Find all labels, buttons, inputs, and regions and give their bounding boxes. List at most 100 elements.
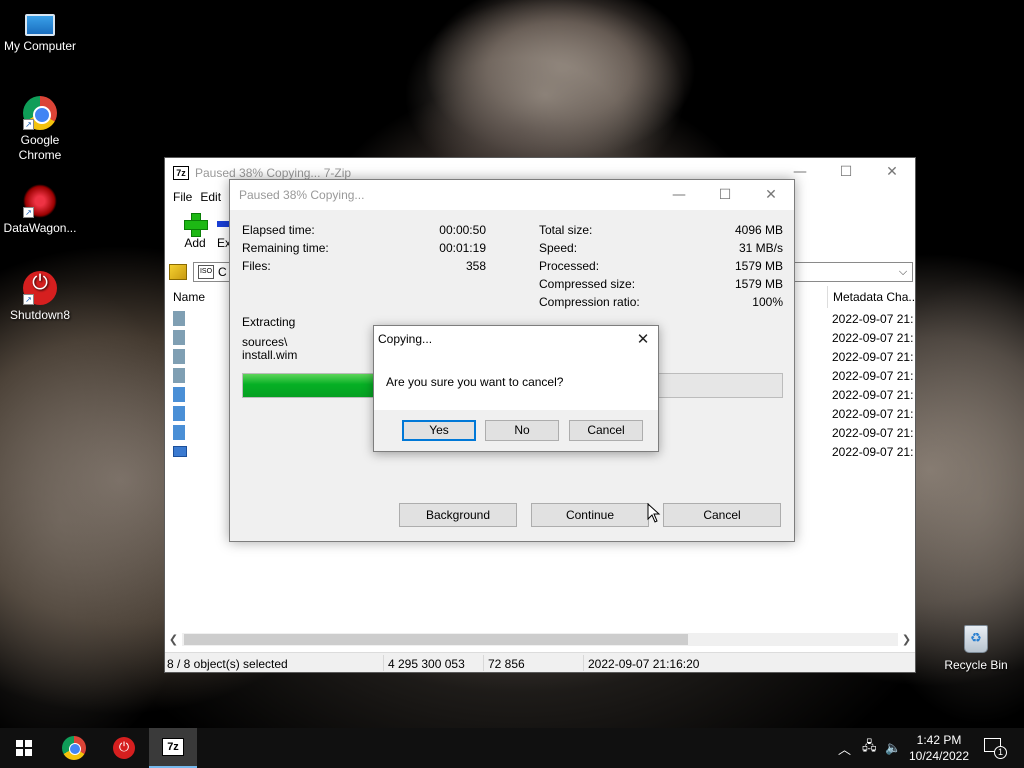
power-icon: ⏻: [113, 737, 135, 759]
taskbar-shutdown[interactable]: ⏻: [100, 728, 148, 768]
start-button[interactable]: [0, 728, 48, 768]
windows-logo-icon: [16, 740, 32, 756]
add-button[interactable]: Add: [173, 211, 217, 250]
recycle-bin-icon: [964, 625, 988, 653]
status-separator: [483, 655, 484, 671]
remaining-time-label: Remaining time:: [242, 241, 329, 255]
maximize-button[interactable]: ☐: [823, 158, 869, 187]
background-button[interactable]: Background: [399, 503, 517, 527]
speed-label: Speed:: [539, 241, 578, 255]
network-icon[interactable]: 🖧: [862, 728, 877, 768]
taskbar-7zip[interactable]: 7z: [149, 728, 197, 768]
shortcut-arrow-icon: ↗: [23, 294, 34, 305]
volume-icon[interactable]: 🔈: [885, 728, 901, 768]
status-packed: 72 856: [488, 657, 525, 671]
metadata-cell: 2022-09-07 21:1: [832, 388, 914, 402]
tray-show-hidden-icon[interactable]: ︿: [838, 728, 851, 768]
desktop-icon-recycle-bin[interactable]: Recycle Bin: [936, 625, 1016, 672]
shortcut-arrow-icon: ↗: [23, 119, 34, 130]
7zip-app-icon: 7z: [173, 165, 189, 180]
scroll-left-icon[interactable]: ❮: [165, 633, 182, 646]
7zip-icon: 7z: [162, 738, 184, 756]
add-button-label: Add: [184, 236, 206, 250]
compressed-size-label: Compressed size:: [539, 277, 636, 291]
clock-date: 10/24/2022: [908, 749, 970, 763]
desktop-icon-shutdown8[interactable]: ↗ Shutdown8: [0, 271, 80, 323]
metadata-cell: 2022-09-07 21:1: [832, 369, 914, 383]
close-icon[interactable]: ✕: [628, 330, 658, 348]
horizontal-scrollbar[interactable]: ❮ ❯: [165, 631, 915, 648]
elapsed-time-label: Elapsed time:: [242, 223, 315, 237]
column-header-metadata[interactable]: Metadata Cha...: [827, 286, 915, 308]
menu-file[interactable]: File: [169, 190, 196, 204]
computer-icon: [25, 14, 55, 36]
path-text: C: [218, 265, 227, 279]
files-value: 358: [465, 259, 486, 273]
taskbar-chrome[interactable]: [50, 728, 98, 768]
metadata-cell: 2022-09-07 21:1: [832, 331, 914, 345]
total-size-label: Total size:: [539, 223, 593, 237]
desktop-icon-label: DataWagon...: [3, 221, 77, 235]
metadata-cell: 2022-09-07 21:1: [832, 312, 914, 326]
file-icon: [173, 406, 185, 421]
desktop-icon-label: My Computer: [3, 39, 77, 53]
remaining-time-value: 00:01:19: [439, 241, 486, 255]
power-icon: ↗: [23, 271, 57, 305]
maximize-button[interactable]: ☐: [702, 181, 748, 210]
notification-count: 1: [994, 746, 1007, 759]
files-label: Files:: [242, 259, 271, 273]
close-button[interactable]: ✕: [869, 158, 915, 187]
desktop-icon-google-chrome[interactable]: ↗ Google Chrome: [0, 96, 80, 163]
scroll-track[interactable]: [182, 633, 898, 646]
folder-icon: [173, 311, 185, 326]
scroll-thumb[interactable]: [184, 634, 688, 645]
gear-file-icon: [173, 387, 185, 402]
chevron-down-icon[interactable]: ⌵: [894, 266, 912, 279]
confirm-dialog-title: Copying...: [378, 332, 433, 346]
notification-center-icon[interactable]: 1: [982, 736, 1007, 760]
confirm-cancel-button[interactable]: Cancel: [569, 420, 643, 441]
confirm-cancel-dialog: Copying... ✕ Are you sure you want to ca…: [373, 325, 659, 452]
iso-icon: ISO: [198, 265, 214, 279]
minimize-button[interactable]: —: [656, 181, 702, 210]
folder-icon: [173, 368, 185, 383]
menu-edit[interactable]: Edit: [196, 190, 225, 204]
shortcut-arrow-icon: ↗: [23, 207, 34, 218]
progress-dialog-title: Paused 38% Copying...: [239, 188, 365, 202]
status-bar: 8 / 8 object(s) selected 4 295 300 053 7…: [165, 652, 915, 672]
no-button[interactable]: No: [485, 420, 559, 441]
folder-up-icon[interactable]: [169, 264, 187, 280]
desktop-icon-label: Google Chrome: [18, 133, 62, 162]
elapsed-time-value: 00:00:50: [439, 223, 486, 237]
confirm-dialog-titlebar[interactable]: Copying... ✕: [374, 326, 658, 352]
clock-time: 1:42 PM: [916, 733, 962, 747]
confirm-message: Are you sure you want to cancel?: [386, 375, 564, 389]
status-separator: [583, 655, 584, 671]
metadata-cell: 2022-09-07 21:1: [832, 407, 914, 421]
app-file-icon: [173, 446, 187, 457]
close-button[interactable]: ✕: [748, 181, 794, 210]
desktop-icon-datawagon[interactable]: ↗ DataWagon...: [0, 184, 80, 236]
taskbar: ⏻ 7z ︿ 🖧 🔈 1:42 PM 10/24/2022 1: [0, 728, 1024, 768]
metadata-cell: 2022-09-07 21:1: [832, 426, 914, 440]
compression-ratio-value: 100%: [752, 295, 783, 309]
compression-ratio-label: Compression ratio:: [539, 295, 640, 309]
taskbar-clock[interactable]: 1:42 PM 10/24/2022: [900, 732, 978, 764]
cancel-button[interactable]: Cancel: [663, 503, 781, 527]
metadata-cell: 2022-09-07 21:1: [832, 350, 914, 364]
chrome-icon: ↗: [23, 96, 57, 130]
folder-icon: [173, 349, 185, 364]
progress-dialog-titlebar[interactable]: Paused 38% Copying... — ☐ ✕: [230, 180, 794, 210]
desktop-icon-label: Shutdown8: [9, 308, 71, 322]
total-size-value: 4096 MB: [734, 223, 783, 237]
desktop-icon-my-computer[interactable]: My Computer: [0, 8, 80, 54]
continue-button[interactable]: Continue: [531, 503, 649, 527]
column-header-name[interactable]: Name: [173, 290, 205, 304]
scroll-right-icon[interactable]: ❯: [898, 633, 915, 646]
yes-button[interactable]: Yes: [402, 420, 476, 441]
chrome-icon: [62, 736, 86, 760]
operation-label: Extracting: [242, 315, 296, 329]
confirm-dialog-footer: Yes No Cancel: [374, 410, 658, 451]
mouse-cursor-icon: [647, 503, 661, 523]
status-modified: 2022-09-07 21:16:20: [588, 657, 700, 671]
